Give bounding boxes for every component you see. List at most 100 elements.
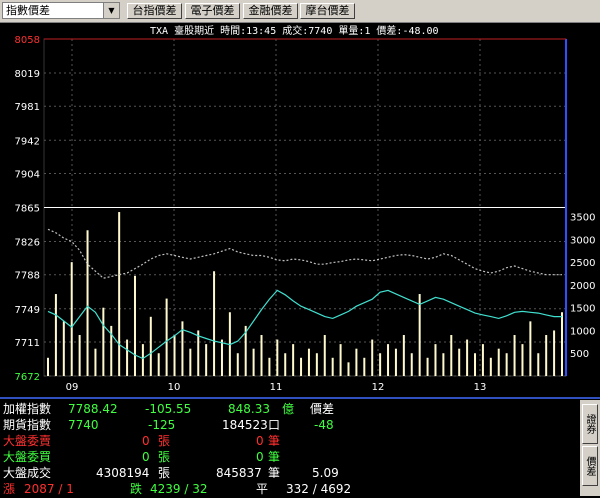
right-tick-label: 2000 [570, 281, 595, 292]
volume-bar [466, 339, 469, 376]
chevron-down-icon[interactable]: ▼ [103, 3, 119, 18]
volume-bar [450, 335, 453, 376]
right-tick-label: 3000 [570, 235, 595, 246]
volume-bar [402, 335, 405, 376]
volume-bar [157, 353, 160, 376]
volume-bar [300, 357, 303, 376]
volume-bar [70, 262, 73, 376]
volume-bar [410, 353, 413, 376]
time-tick-label: 13 [474, 382, 487, 393]
right-tick-label: 2500 [570, 258, 595, 269]
volume-bar [102, 307, 105, 376]
trade-orders-unit: 筆 [268, 466, 281, 480]
volume-bar [141, 344, 144, 376]
volume-bar [458, 348, 461, 376]
volume-bar [78, 335, 81, 376]
volume-bar [189, 348, 192, 376]
taiex-amount: 848.33 [228, 402, 270, 416]
volume-bar [497, 348, 500, 376]
tab-spread[interactable]: 價差 [582, 446, 598, 486]
volume-bar [292, 344, 295, 376]
label-total-bid: 大盤委買 [3, 450, 52, 464]
left-tick-label: 7826 [15, 238, 40, 249]
ask-lots-unit: 張 [158, 434, 171, 448]
label-total-trade: 大盤成交 [3, 466, 52, 480]
left-tick-label: 7749 [15, 305, 40, 316]
bid-orders: 0 [256, 450, 264, 464]
volume-bar [133, 275, 136, 376]
volume-bar [118, 212, 121, 376]
volume-bar [62, 321, 65, 376]
finance-spread-button[interactable]: 金融價差 [243, 3, 298, 19]
volume-bar [474, 353, 477, 376]
volume-bar [315, 353, 318, 376]
volume-bar [379, 353, 382, 376]
tab-securities[interactable]: 證券 [582, 404, 598, 444]
volume-bar [47, 357, 49, 376]
volume-bar [252, 348, 255, 376]
right-tick-label: 1500 [570, 304, 595, 315]
volume-bar [94, 348, 97, 376]
trade-ratio: 5.09 [312, 466, 339, 480]
volume-bar [513, 335, 516, 376]
volume-bar [521, 344, 524, 376]
intraday-chart: 8058 8019 7981 7942 7904 7865 7826 7788 7749 7711… [15, 35, 596, 393]
spread-selector[interactable]: 指數價差 ▼ [2, 2, 120, 19]
left-tick-label: 7942 [15, 136, 40, 147]
volume-bar [307, 348, 310, 376]
volume-bar [86, 230, 89, 376]
volume-bar [371, 339, 374, 376]
left-tick-label: 7672 [15, 372, 40, 383]
side-tabs: 證券 價差 [580, 400, 600, 496]
time-tick-label: 12 [372, 382, 385, 393]
left-tick-label: 7981 [15, 102, 40, 113]
left-tick-label: 7865 [15, 204, 40, 215]
volume-bar [220, 339, 223, 376]
electronic-spread-button[interactable]: 電子價差 [185, 3, 240, 19]
label-futures: 期貨指數 [3, 418, 52, 432]
futures-volume: 184523 [222, 418, 268, 432]
time-tick-label: 09 [66, 382, 79, 393]
futures-volume-unit: 口 [268, 418, 281, 432]
volume-bar [426, 357, 429, 376]
time-tick-label: 10 [168, 382, 181, 393]
selector-value: 指數價差 [6, 4, 50, 17]
flat-count: 332 / 4692 [286, 482, 352, 496]
down-count: 4239 / 32 [150, 482, 208, 496]
volume-bar [489, 357, 492, 376]
volume-bar [213, 271, 216, 376]
volume-bar [481, 344, 484, 376]
volume-bar [197, 330, 200, 376]
spread-value: -48 [314, 418, 334, 432]
volume-bar [418, 294, 421, 376]
trade-orders: 845837 [216, 466, 262, 480]
volume-bar [331, 357, 334, 376]
volume-bar [126, 339, 129, 376]
futures-change: -125 [148, 418, 176, 432]
left-tick-label: 7904 [15, 169, 40, 180]
volume-bar [537, 353, 540, 376]
volume-bar [323, 335, 326, 376]
volume-bar [505, 353, 508, 376]
volume-bar [434, 344, 437, 376]
taiex-amount-unit: 億 [282, 402, 295, 416]
volume-bar [268, 357, 271, 376]
right-axis: 3500 3000 2500 2000 1500 1000 500 [570, 213, 595, 361]
volume-bar [54, 294, 57, 376]
volume-bar [561, 312, 563, 376]
taiex-spread-button[interactable]: 台指價差 [127, 3, 182, 19]
label-total-ask: 大盤委賣 [3, 434, 52, 448]
volume-bar [205, 344, 208, 376]
volume-bar [442, 353, 445, 376]
taiex-change: -105.55 [145, 402, 192, 416]
volume-bar [387, 344, 390, 376]
msci-spread-button[interactable]: 摩台價差 [300, 3, 355, 19]
taiex-value: 7788.42 [68, 402, 118, 416]
left-tick-label: 8019 [15, 69, 40, 80]
left-tick-label: 8058 [15, 35, 40, 46]
up-count: 2087 / 1 [24, 482, 74, 496]
spread-label: 價差 [310, 402, 335, 416]
right-tick-label: 1000 [570, 326, 595, 337]
time-tick-label: 11 [270, 382, 283, 393]
right-tick-label: 3500 [570, 213, 595, 224]
